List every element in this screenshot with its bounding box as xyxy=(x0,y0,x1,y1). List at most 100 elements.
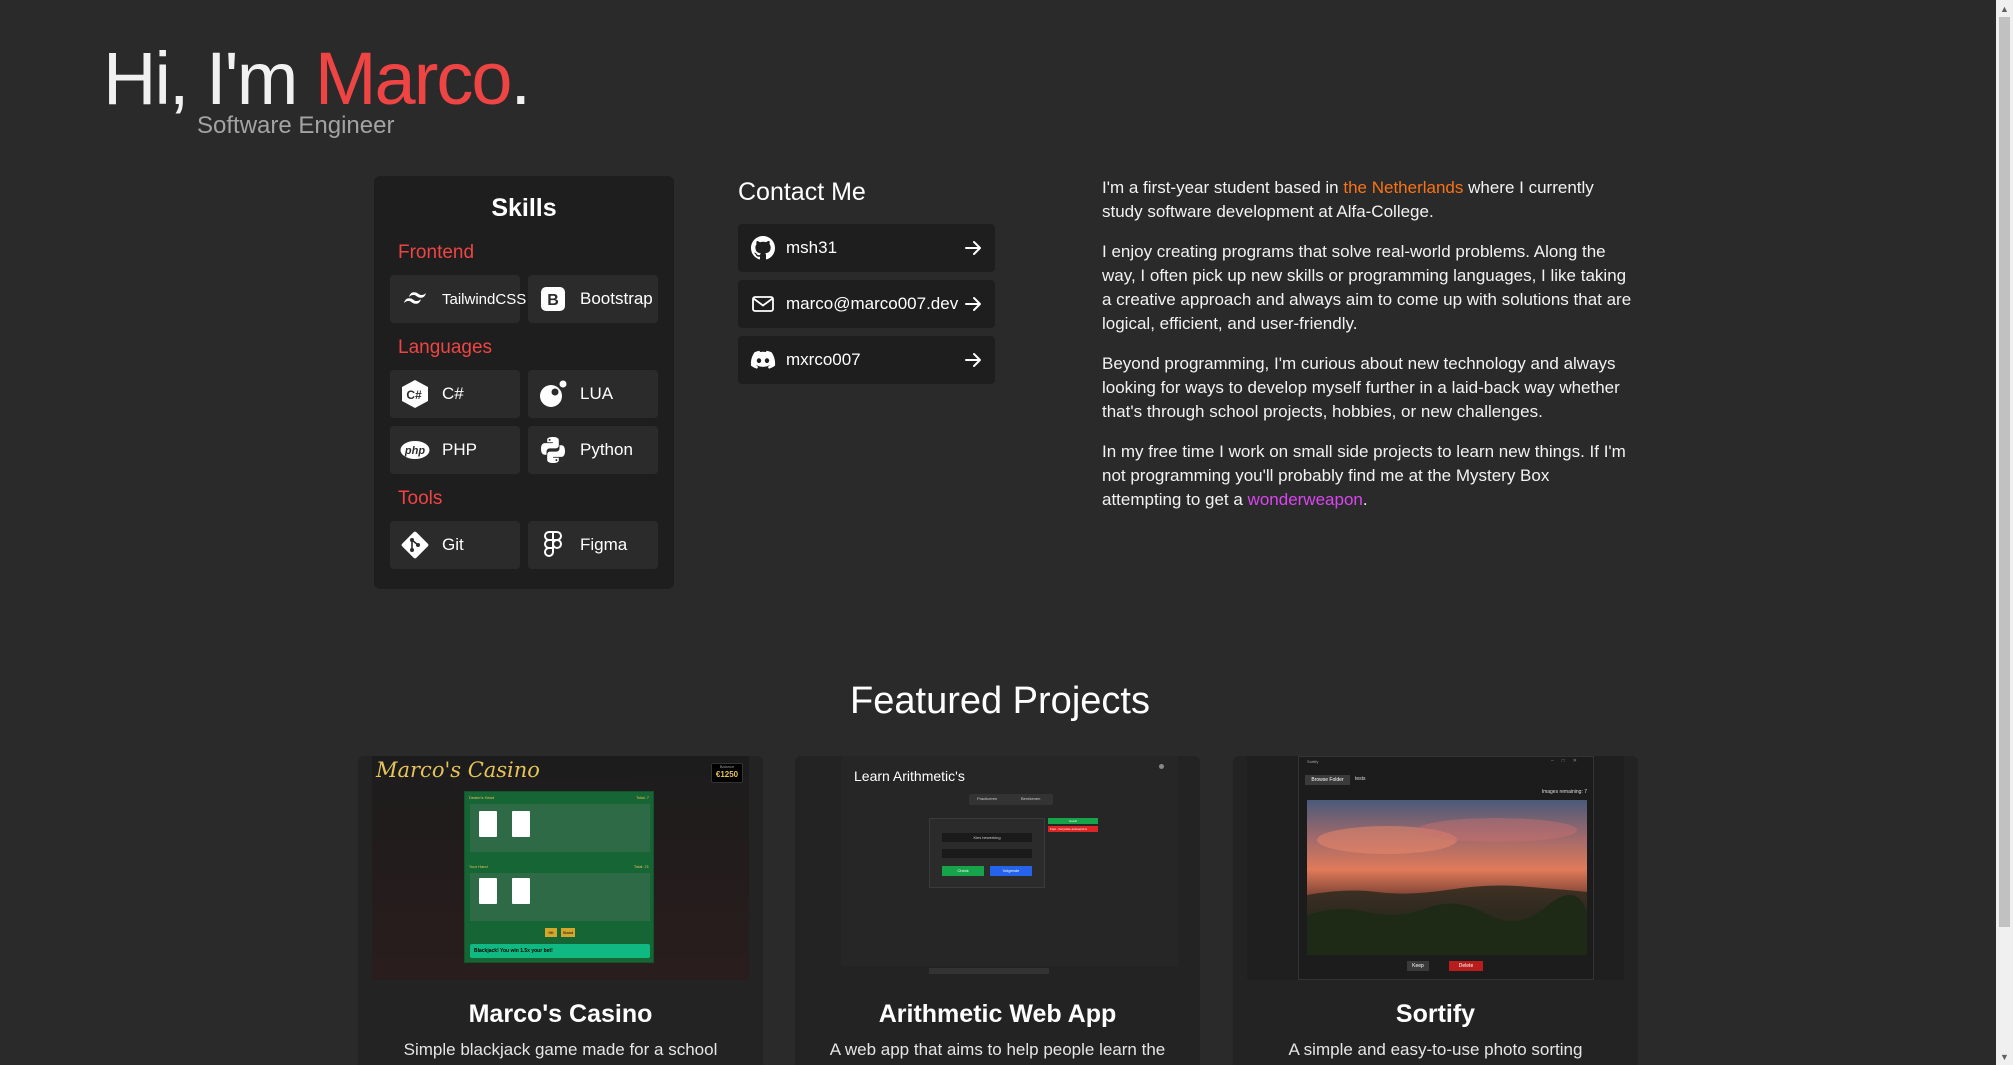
skill-php: php PHP xyxy=(390,426,520,474)
project-card-casino[interactable]: Marco's Casino Balance €1250 Dealer's Ha… xyxy=(358,756,763,1065)
playing-card xyxy=(512,878,530,904)
arithmetic-form: Kies bewerking Check Volgende xyxy=(929,818,1045,888)
project-title: Marco's Casino xyxy=(468,1000,653,1028)
result-banner: Blackjack! You win 1.5x your bet! xyxy=(470,944,650,958)
about-paragraph: Beyond programming, I'm curious about ne… xyxy=(1102,354,1620,421)
featured-projects-heading: Featured Projects xyxy=(850,680,1150,722)
project-thumbnail-sortify: Sortify –□✕ Browse Folder tests Images r… xyxy=(1247,756,1624,980)
casino-balance: Balance €1250 xyxy=(711,763,743,783)
skill-label: LUA xyxy=(580,384,614,403)
next-button: Volgende xyxy=(990,866,1032,876)
about-text-part: I'm a first-year student based in xyxy=(1102,178,1344,197)
skill-python: Python xyxy=(528,426,658,474)
project-description: Simple blackjack game made for a school xyxy=(403,1040,718,1059)
browse-folder-button: Browse Folder xyxy=(1305,775,1350,785)
skills-category-tools: Tools xyxy=(398,488,443,509)
figma-icon xyxy=(538,530,568,560)
github-icon xyxy=(750,235,776,261)
svg-text:php: php xyxy=(404,445,425,457)
skill-label: Git xyxy=(442,535,464,554)
scroll-down-icon[interactable]: ▼ xyxy=(1996,1048,2013,1065)
casino-table: Dealer's Hand Total: 7 Your Hand Total: … xyxy=(464,791,654,963)
arrow-right-icon xyxy=(965,241,981,255)
contact-email-link[interactable]: marco@marco007.dev xyxy=(738,280,995,328)
about-paragraph: In my free time I work on small side pro… xyxy=(1102,440,1632,512)
contact-panel: Contact Me msh31 marco@marco007.dev mxrc… xyxy=(738,176,995,392)
settings-icon xyxy=(1159,764,1164,769)
about-paragraph: I'm a first-year student based in the Ne… xyxy=(1102,176,1632,224)
skill-csharp: C# C# xyxy=(390,370,520,418)
skills-category-languages: Languages xyxy=(398,337,493,358)
project-thumbnail-casino: Marco's Casino Balance €1250 Dealer's Ha… xyxy=(372,756,749,980)
skills-panel: Skills Frontend TailwindCSS B Bootstrap … xyxy=(374,176,674,589)
arithmetic-footer xyxy=(929,968,1049,974)
toast-correct: Goed! xyxy=(1048,818,1098,824)
arrow-right-icon xyxy=(965,297,981,311)
window-controls-icon: –□✕ xyxy=(1551,758,1585,764)
skill-bootstrap: B Bootstrap xyxy=(528,275,658,323)
toast-wrong: Fout - het juiste antwoord is xyxy=(1048,826,1098,832)
contact-title: Contact Me xyxy=(738,178,866,206)
arithmetic-heading: Learn Arithmetic's xyxy=(854,768,965,784)
playing-card xyxy=(479,811,497,837)
lua-icon xyxy=(538,379,568,409)
tailwindcss-icon xyxy=(400,284,430,314)
contact-github-label: msh31 xyxy=(786,238,838,257)
dealer-total: Total: 7 xyxy=(636,795,649,800)
skills-frontend-grid: TailwindCSS B Bootstrap xyxy=(390,275,658,323)
discord-icon xyxy=(750,347,776,373)
hero: Hi, I'm Marco. Software Engineer xyxy=(103,34,532,139)
contact-github-link[interactable]: msh31 xyxy=(738,224,995,272)
arithmetic-tabs: Practiceren Berekenen xyxy=(969,794,1053,805)
arithmetic-input xyxy=(942,849,1032,858)
skill-label: Bootstrap xyxy=(580,289,653,308)
about-paragraph: I enjoy creating programs that solve rea… xyxy=(1102,242,1632,333)
casino-balance-value: €1250 xyxy=(715,770,739,779)
wonderweapon-link[interactable]: wonderweapon xyxy=(1248,490,1363,509)
arithmetic-select: Kies bewerking xyxy=(942,833,1032,842)
hero-title: Hi, I'm Marco. xyxy=(103,34,532,124)
git-icon xyxy=(400,530,430,560)
project-title: Sortify xyxy=(1395,1000,1476,1028)
bootstrap-icon: B xyxy=(538,284,568,314)
hero-name: Marco xyxy=(314,37,513,120)
arithmetic-tab: Berekenen xyxy=(1021,796,1041,801)
project-card-arithmetic[interactable]: Learn Arithmetic's Practiceren Berekenen… xyxy=(795,756,1200,1065)
skills-languages-grid: C# C# LUA php PHP Python xyxy=(390,370,658,474)
hero-period: . xyxy=(510,37,532,120)
skill-tailwindcss: TailwindCSS xyxy=(390,275,526,323)
player-label: Your Hand xyxy=(469,864,488,869)
skills-title: Skills xyxy=(491,194,557,222)
contact-discord-label: mxrco007 xyxy=(786,350,861,369)
about-text: I'm a first-year student based in the Ne… xyxy=(1102,176,1632,528)
player-area xyxy=(470,873,650,921)
python-icon xyxy=(538,435,568,465)
mail-icon xyxy=(750,291,776,317)
check-button: Check xyxy=(942,866,984,876)
project-thumbnail-arithmetic: Learn Arithmetic's Practiceren Berekenen… xyxy=(809,756,1186,980)
skill-git: Git xyxy=(390,521,520,569)
casino-logo: Marco's Casino xyxy=(376,758,540,782)
contact-discord-link[interactable]: mxrco007 xyxy=(738,336,995,384)
scroll-up-icon[interactable]: ▲ xyxy=(1996,0,2013,17)
dealer-area xyxy=(470,804,650,852)
hit-button: Hit xyxy=(545,928,557,937)
skills-category-frontend: Frontend xyxy=(398,242,475,263)
sortify-window-title: Sortify xyxy=(1307,759,1319,764)
sunset-photo xyxy=(1307,800,1587,955)
project-description: A web app that aims to help people learn… xyxy=(829,1040,1166,1059)
skill-lua: LUA xyxy=(528,370,658,418)
skill-figma: Figma xyxy=(528,521,658,569)
svg-text:C#: C# xyxy=(406,388,422,402)
folder-name: tests xyxy=(1355,776,1366,782)
playing-card xyxy=(479,878,497,904)
svg-text:B: B xyxy=(547,292,559,309)
images-remaining: Images remaining: 7 xyxy=(1541,789,1587,795)
scrollbar-thumb[interactable] xyxy=(1999,17,2010,927)
project-card-sortify[interactable]: Sortify –□✕ Browse Folder tests Images r… xyxy=(1233,756,1638,1065)
netherlands-link[interactable]: the Netherlands xyxy=(1343,178,1463,197)
page-scrollbar[interactable]: ▲ ▼ xyxy=(1996,0,2013,1065)
skill-label: Python xyxy=(580,440,633,459)
hero-greeting: Hi, I'm xyxy=(103,37,315,120)
dealer-label: Dealer's Hand xyxy=(469,795,495,800)
